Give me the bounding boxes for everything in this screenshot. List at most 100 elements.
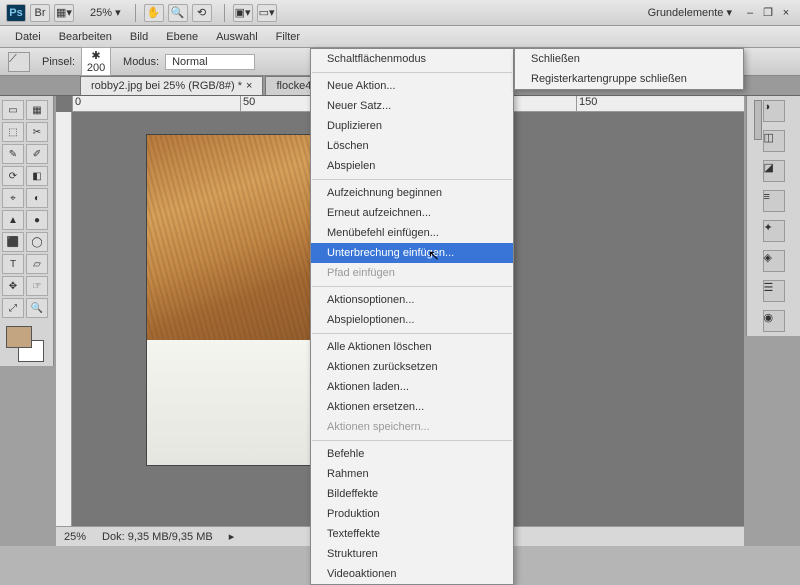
menu-item[interactable]: Befehle bbox=[311, 444, 513, 464]
separator bbox=[224, 4, 225, 22]
status-zoom[interactable]: 25% bbox=[64, 531, 86, 543]
menu-item[interactable]: Neuer Satz... bbox=[311, 96, 513, 116]
menu-item[interactable]: Menübefehl einfügen... bbox=[311, 223, 513, 243]
zoom-tool-icon[interactable]: 🔍 bbox=[168, 4, 188, 22]
panel-icon-0[interactable]: ◑ bbox=[763, 100, 785, 122]
brush-size-field[interactable]: ✱200 bbox=[81, 47, 111, 76]
rotate-view-icon[interactable]: ⟲ bbox=[192, 4, 212, 22]
tool-preset-icon[interactable]: ⟋ bbox=[8, 52, 30, 72]
menu-item[interactable]: Erneut aufzeichnen... bbox=[311, 203, 513, 223]
tool-11[interactable]: ● bbox=[26, 210, 48, 230]
tool-0[interactable]: ▭ bbox=[2, 100, 24, 120]
tool-17[interactable]: ☞ bbox=[26, 276, 48, 296]
panel-icon-4[interactable]: ✦ bbox=[763, 220, 785, 242]
close-icon[interactable]: × bbox=[246, 80, 252, 92]
menu-item[interactable]: Rahmen bbox=[311, 464, 513, 484]
menu-item[interactable]: Abspieloptionen... bbox=[311, 310, 513, 330]
window-restore[interactable]: ❐ bbox=[760, 6, 776, 19]
tool-5[interactable]: ✐ bbox=[26, 144, 48, 164]
menu-separator bbox=[312, 179, 512, 180]
tool-16[interactable]: ✥ bbox=[2, 276, 24, 296]
tool-15[interactable]: ▱ bbox=[26, 254, 48, 274]
menu-item[interactable]: Neue Aktion... bbox=[311, 76, 513, 96]
tool-8[interactable]: ⌖ bbox=[2, 188, 24, 208]
tool-13[interactable]: ◯ bbox=[26, 232, 48, 252]
tool-19[interactable]: 🔍 bbox=[26, 298, 48, 318]
tool-1[interactable]: ▦ bbox=[26, 100, 48, 120]
mode-dropdown[interactable]: Normal bbox=[165, 54, 255, 70]
cursor-icon: ↖ bbox=[428, 247, 440, 264]
brush-label: Pinsel: bbox=[42, 56, 75, 68]
panel-dock: ◑ ◫ ◪ ≡ ✦ ◈ ☰ ◉ bbox=[746, 96, 800, 336]
menu-item[interactable]: Aktionen laden... bbox=[311, 377, 513, 397]
ps-logo-icon[interactable]: Ps bbox=[6, 4, 26, 22]
mode-label: Modus: bbox=[123, 56, 159, 68]
window-minimize[interactable]: – bbox=[742, 7, 758, 19]
collapsed-panel[interactable] bbox=[754, 100, 762, 140]
tab-context-menu: SchließenRegisterkartengruppe schließen bbox=[514, 48, 744, 90]
separator bbox=[135, 4, 136, 22]
menu-item[interactable]: Abspielen bbox=[311, 156, 513, 176]
status-arrow-icon[interactable]: ▸ bbox=[229, 530, 235, 543]
menu-separator bbox=[312, 333, 512, 334]
tool-12[interactable]: ⬛ bbox=[2, 232, 24, 252]
menu-item[interactable]: Produktion bbox=[311, 504, 513, 524]
tool-7[interactable]: ◧ bbox=[26, 166, 48, 186]
menu-item[interactable]: Schaltflächenmodus bbox=[311, 49, 513, 69]
color-swatch[interactable] bbox=[2, 326, 48, 362]
film-icon[interactable]: ▦▾ bbox=[54, 4, 74, 22]
menu-auswahl[interactable]: Auswahl bbox=[207, 28, 267, 46]
menu-item[interactable]: Unterbrechung einfügen... bbox=[311, 243, 513, 263]
tool-6[interactable]: ⟳ bbox=[2, 166, 24, 186]
tab-robby2[interactable]: robby2.jpg bei 25% (RGB/8#) * × bbox=[80, 76, 263, 95]
status-doc-size[interactable]: Dok: 9,35 MB/9,35 MB bbox=[102, 531, 213, 543]
zoom-dropdown[interactable]: 25% ▾ bbox=[84, 4, 127, 21]
tool-9[interactable]: ◐ bbox=[26, 188, 48, 208]
panel-icon-2[interactable]: ◪ bbox=[763, 160, 785, 182]
menu-item[interactable]: Bildeffekte bbox=[311, 484, 513, 504]
menu-item[interactable]: Löschen bbox=[311, 136, 513, 156]
panel-icon-5[interactable]: ◈ bbox=[763, 250, 785, 272]
menu-item: Aktionen speichern... bbox=[311, 417, 513, 437]
panel-icon-6[interactable]: ☰ bbox=[763, 280, 785, 302]
menu-ebene[interactable]: Ebene bbox=[157, 28, 207, 46]
menu-filter[interactable]: Filter bbox=[267, 28, 309, 46]
menu-item[interactable]: Schließen bbox=[515, 49, 743, 69]
menu-item[interactable]: Aufzeichnung beginnen bbox=[311, 183, 513, 203]
tab-label: flocke4 bbox=[276, 80, 311, 92]
bridge-icon[interactable]: Br bbox=[30, 4, 50, 22]
menu-item[interactable]: Strukturen bbox=[311, 544, 513, 564]
menu-item[interactable]: Registerkartengruppe schließen bbox=[515, 69, 743, 89]
menu-item[interactable]: Videoaktionen bbox=[311, 564, 513, 584]
panel-icon-3[interactable]: ≡ bbox=[763, 190, 785, 212]
toolbox: ▭▦⬚✂✎✐⟳◧⌖◐▲●⬛◯T▱✥☞⤢🔍 bbox=[0, 96, 54, 366]
tool-3[interactable]: ✂ bbox=[26, 122, 48, 142]
menu-separator bbox=[312, 286, 512, 287]
panel-icon-7[interactable]: ◉ bbox=[763, 310, 785, 332]
menu-item: Pfad einfügen bbox=[311, 263, 513, 283]
menu-item[interactable]: Alle Aktionen löschen bbox=[311, 337, 513, 357]
tool-14[interactable]: T bbox=[2, 254, 24, 274]
workspace-dropdown[interactable]: Grundelemente ▾ bbox=[640, 4, 740, 21]
window-close[interactable]: × bbox=[778, 7, 794, 19]
menu-item[interactable]: Aktionsoptionen... bbox=[311, 290, 513, 310]
actions-panel-menu: Schaltflächenmodus Neue Aktion...Neuer Sa… bbox=[310, 48, 514, 585]
hand-tool-icon[interactable]: ✋ bbox=[144, 4, 164, 22]
menu-separator bbox=[312, 440, 512, 441]
menu-separator bbox=[312, 72, 512, 73]
menu-item[interactable]: Duplizieren bbox=[311, 116, 513, 136]
tab-label: robby2.jpg bei 25% (RGB/8#) * bbox=[91, 80, 242, 92]
panel-icon-1[interactable]: ◫ bbox=[763, 130, 785, 152]
screen-mode-icon[interactable]: ▭▾ bbox=[257, 4, 277, 22]
menu-item[interactable]: Texteffekte bbox=[311, 524, 513, 544]
menu-bearbeiten[interactable]: Bearbeiten bbox=[50, 28, 121, 46]
tool-18[interactable]: ⤢ bbox=[2, 298, 24, 318]
tool-4[interactable]: ✎ bbox=[2, 144, 24, 164]
menu-bild[interactable]: Bild bbox=[121, 28, 157, 46]
menu-item[interactable]: Aktionen ersetzen... bbox=[311, 397, 513, 417]
tool-10[interactable]: ▲ bbox=[2, 210, 24, 230]
tool-2[interactable]: ⬚ bbox=[2, 122, 24, 142]
menu-item[interactable]: Aktionen zurücksetzen bbox=[311, 357, 513, 377]
arrange-icon[interactable]: ▣▾ bbox=[233, 4, 253, 22]
menu-datei[interactable]: Datei bbox=[6, 28, 50, 46]
